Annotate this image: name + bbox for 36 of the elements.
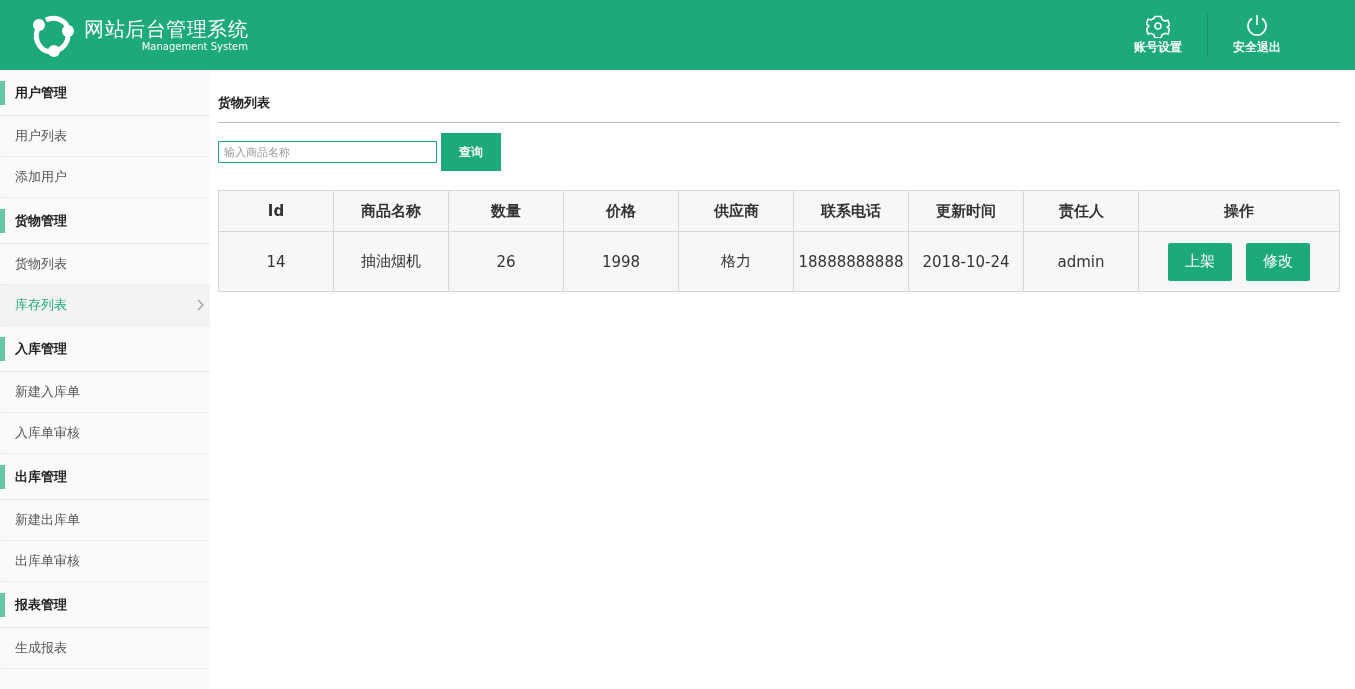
sidebar-group-header: 报表管理 [0, 582, 210, 628]
sidebar-group-header: 入库管理 [0, 326, 210, 372]
search-field[interactable]: 输入商品名称 [218, 141, 437, 163]
table-cell: 18888888888 [793, 231, 909, 292]
table-cell: 1998 [563, 231, 679, 292]
sidebar-item[interactable]: 用户列表 [0, 116, 210, 157]
column-header: 数量 [448, 190, 564, 232]
column-header: 责任人 [1023, 190, 1139, 232]
table-cell: 抽油烟机 [333, 231, 449, 292]
power-icon [1244, 14, 1269, 38]
column-header: 操作 [1138, 190, 1340, 232]
site-subtitle: Management System [141, 41, 248, 53]
chevron-right-icon [197, 299, 205, 311]
sidebar-item[interactable]: 出库单审核 [0, 541, 210, 582]
column-header: 价格 [563, 190, 679, 232]
sidebar-item[interactable]: 新建出库单 [0, 500, 210, 541]
settings-icon [1146, 14, 1170, 38]
sidebar-item[interactable]: 添加用户 [0, 157, 210, 198]
table-cell: 14 [218, 231, 334, 292]
sidebar-group-header: 用户管理 [0, 70, 210, 116]
sidebar-group-header: 出库管理 [0, 454, 210, 500]
page-title: 货物列表 [218, 94, 1340, 123]
sidebar-item[interactable]: 生成报表 [0, 628, 210, 669]
table-cell: 2018-10-24 [908, 231, 1024, 292]
column-header: 商品名称 [333, 190, 449, 232]
column-header: 更新时间 [908, 190, 1024, 232]
table-cell: 格力 [678, 231, 794, 292]
sidebar-item[interactable]: 入库单审核 [0, 413, 210, 454]
table-cell: 26 [448, 231, 564, 292]
table-cell: admin [1023, 231, 1139, 292]
column-header: 供应商 [678, 190, 794, 232]
column-header: Id [218, 190, 334, 232]
site-title: 网站后台管理系统 [84, 17, 248, 41]
sidebar-item[interactable]: 新建入库单 [0, 372, 210, 413]
column-header: 联系电话 [793, 190, 909, 232]
sidebar-group-header: 货物管理 [0, 198, 210, 244]
